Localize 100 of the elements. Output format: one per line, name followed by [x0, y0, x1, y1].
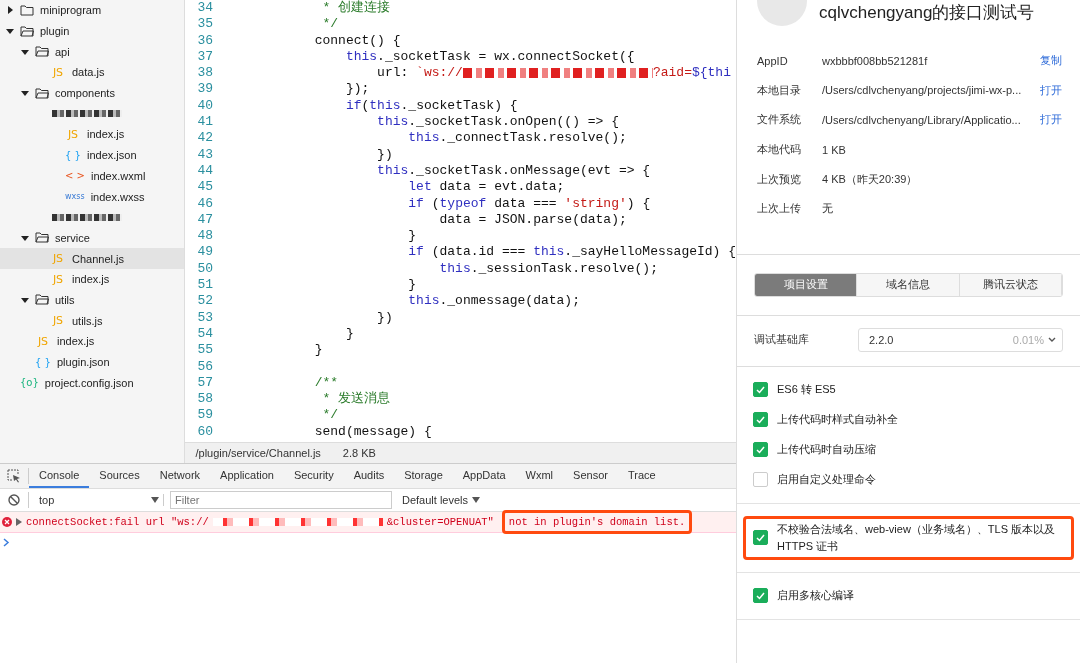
- file-name[interactable]: project.config.json: [44, 376, 134, 389]
- file-name[interactable]: index.json: [87, 149, 137, 162]
- info-value: 1 KB: [822, 143, 847, 156]
- info-value: 4 KB（昨天20:39）: [822, 171, 919, 187]
- info-label: AppID: [757, 54, 789, 67]
- file-path: /plugin/service/Channel.js: [195, 447, 321, 459]
- caret-icon[interactable]: [21, 233, 29, 242]
- clear-icon[interactable]: [8, 494, 20, 506]
- file-name[interactable]: utils.js: [72, 314, 103, 327]
- prompt-icon: [3, 537, 10, 547]
- highlighted-error-text: not in plugin's domain list.: [501, 510, 693, 534]
- folder-icon: [20, 4, 34, 16]
- code-line: this._socketTask = wx.connectSocket({: [344, 48, 635, 66]
- file-name[interactable]: index.js: [72, 273, 110, 286]
- code-line: if (data.id === this._sayHelloMessageId) {: [407, 244, 736, 261]
- code-line: if (typeof data === 'string') {: [407, 195, 651, 212]
- redacted-name[interactable]: [52, 110, 122, 118]
- selected-file-row[interactable]: JS Channel.js: [0, 248, 185, 269]
- file-name[interactable]: data.js: [72, 66, 105, 79]
- line-number: 47: [196, 211, 215, 229]
- folder-name[interactable]: service: [55, 231, 90, 244]
- line-number: 40: [196, 97, 215, 115]
- file-type-icon: {o}: [20, 377, 39, 389]
- caret-icon[interactable]: [6, 6, 14, 15]
- checkbox[interactable]: [753, 530, 768, 546]
- info-value: /Users/cdlvchenyang/projects/jimi-wx-p...: [822, 84, 1023, 97]
- caret-icon[interactable]: [6, 27, 14, 36]
- caret-icon[interactable]: [21, 89, 29, 98]
- info-link[interactable]: 复制: [1040, 53, 1062, 69]
- expand-icon[interactable]: [16, 518, 22, 526]
- line-number: 57: [196, 374, 215, 392]
- redacted-name[interactable]: [52, 213, 122, 221]
- checkbox[interactable]: [753, 588, 768, 604]
- folder-icon: [35, 294, 49, 306]
- line-number: 37: [196, 48, 215, 66]
- line-number: 44: [196, 162, 215, 180]
- devtools-tab[interactable]: Storage: [394, 464, 453, 488]
- devtools-tab[interactable]: AppData: [452, 464, 516, 488]
- line-number: 41: [196, 114, 215, 131]
- folder-name[interactable]: api: [55, 45, 70, 58]
- devtools-tab[interactable]: Console: [29, 464, 90, 488]
- info-link[interactable]: 打开: [1040, 112, 1062, 128]
- library-select[interactable]: 2.2.0 0.01%: [858, 327, 1063, 352]
- file-type-icon: JS: [50, 314, 66, 328]
- file-name[interactable]: plugin.json: [57, 356, 110, 369]
- file-name[interactable]: index.wxss: [90, 190, 145, 203]
- line-number: 36: [196, 32, 215, 49]
- checkbox[interactable]: [753, 412, 768, 428]
- context-select[interactable]: top: [35, 494, 164, 506]
- line-number: 42: [196, 130, 215, 147]
- line-number: 54: [196, 325, 215, 343]
- checkbox[interactable]: [753, 472, 768, 488]
- devtools-tab[interactable]: Audits: [343, 464, 395, 488]
- checkbox[interactable]: [753, 382, 768, 398]
- file-type-icon: JS: [50, 272, 66, 286]
- check-icon: [756, 445, 765, 454]
- devtools-tab[interactable]: Security: [283, 464, 344, 488]
- devtools-tab[interactable]: Sensor: [563, 464, 618, 488]
- folder-name[interactable]: utils: [55, 293, 75, 306]
- file-type-icon: wxss: [65, 192, 85, 202]
- settings-tab[interactable]: 域名信息: [857, 273, 960, 296]
- code-line: this._socketTask.onOpen(() => {: [376, 114, 619, 131]
- info-link[interactable]: 打开: [1040, 82, 1062, 98]
- devtools-tab[interactable]: Sources: [89, 464, 150, 488]
- line-number: 50: [196, 260, 215, 278]
- devtools-tab[interactable]: Wxml: [515, 464, 564, 488]
- devtools-tab[interactable]: Network: [149, 464, 211, 488]
- code-line: let data = evt.data;: [407, 179, 565, 196]
- devtools-tab[interactable]: Application: [210, 464, 284, 488]
- settings-tab[interactable]: 项目设置: [755, 273, 858, 296]
- check-icon: [756, 415, 765, 424]
- file-name[interactable]: index.js: [57, 335, 95, 348]
- code-line: * 发送消息: [321, 391, 391, 408]
- folder-name[interactable]: plugin: [40, 25, 70, 38]
- line-number: 56: [196, 358, 215, 375]
- devtools-tab[interactable]: Trace: [617, 464, 666, 488]
- file-name[interactable]: Channel.js: [72, 252, 124, 265]
- checkbox[interactable]: [753, 442, 768, 458]
- code-line: }: [407, 228, 417, 245]
- levels-dropdown[interactable]: Default levels: [402, 494, 481, 506]
- file-name[interactable]: index.wxml: [90, 169, 146, 182]
- dropdown-icon: [472, 497, 481, 503]
- code-line: * 创建连接: [321, 0, 391, 17]
- line-number: 45: [196, 179, 215, 196]
- code-line: data = JSON.parse(data);: [438, 211, 627, 229]
- inspect-icon[interactable]: [7, 469, 21, 483]
- info-label: 上次上传: [757, 201, 802, 217]
- option-label: 不校验合法域名、web-view（业务域名）、TLS 版本以及 HTTPS 证书: [777, 521, 1057, 554]
- folder-name[interactable]: miniprogram: [40, 4, 102, 17]
- file-name[interactable]: index.js: [87, 128, 125, 141]
- caret-icon[interactable]: [21, 295, 29, 304]
- file-type-icon: JS: [65, 127, 81, 141]
- caret-icon[interactable]: [21, 47, 29, 56]
- line-number: 35: [196, 16, 215, 33]
- line-number: 49: [196, 244, 215, 261]
- folder-name[interactable]: components: [55, 87, 115, 100]
- error-text: connectSocket:fail url "ws://: [26, 516, 209, 528]
- settings-tab[interactable]: 腾讯云状态: [959, 273, 1062, 296]
- filter-field[interactable]: Filter: [170, 491, 392, 509]
- file-type-icon: JS: [50, 65, 66, 79]
